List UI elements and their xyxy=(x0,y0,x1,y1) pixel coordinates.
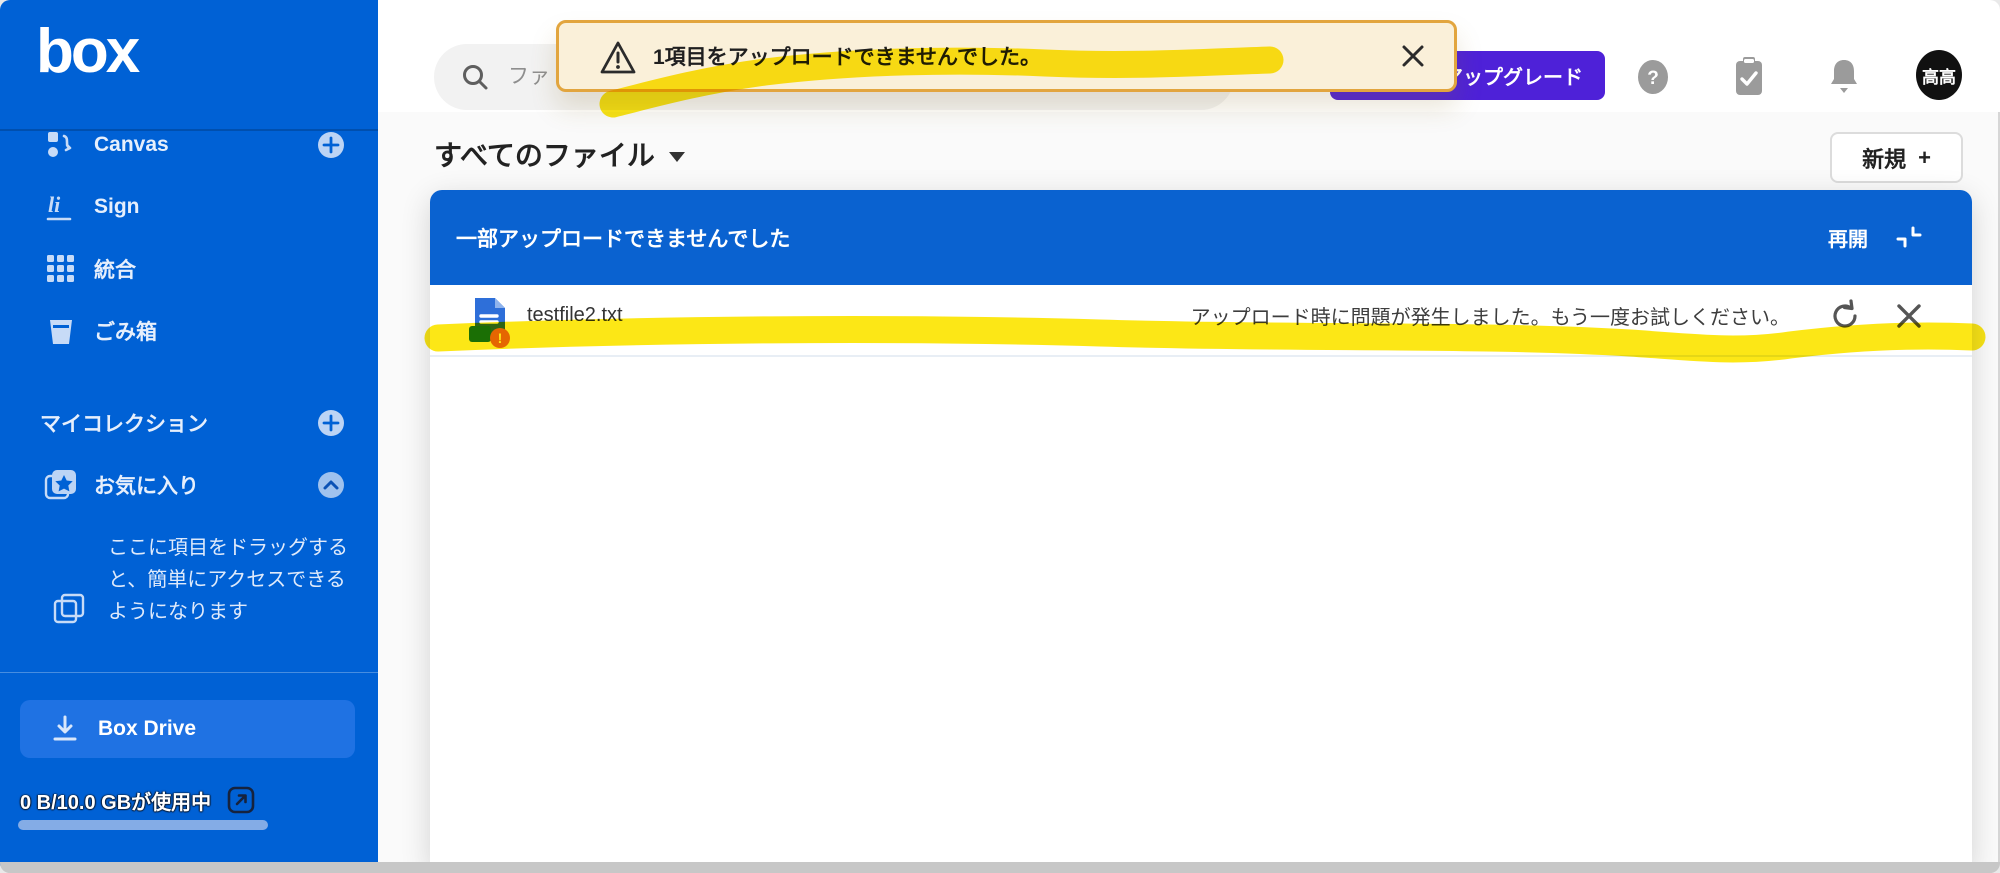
sidebar: box Canvas li Sign 統合 ごみ箱 マイコレクション お気に入り… xyxy=(0,0,378,866)
page-title: すべてのファイル xyxy=(434,140,655,171)
trash-icon xyxy=(44,314,78,348)
sidebar-item-label: ごみ箱 xyxy=(94,321,157,344)
box-logo: box xyxy=(36,17,140,86)
window-bottom-edge xyxy=(0,862,2000,873)
sidebar-item-label: 統合 xyxy=(94,259,136,282)
favorites-collapse-button[interactable] xyxy=(314,468,348,502)
retry-upload-icon[interactable] xyxy=(1828,299,1862,336)
favorites-star-icon xyxy=(44,468,78,502)
sidebar-item-integrations[interactable]: 統合 xyxy=(0,240,378,298)
new-button[interactable]: 新規 + xyxy=(1830,132,1963,183)
file-error-message: アップロード時に問題が発生しました。もう一度お試しください。 xyxy=(1190,306,1790,329)
help-icon[interactable]: ? xyxy=(1635,58,1671,96)
upload-widget: 一部アップロードできませんでした 再開 ! testfile2.txt アップロ… xyxy=(430,190,1972,866)
upload-error-toast: 1項目をアップロードできませんでした。 xyxy=(556,20,1457,92)
box-drive-button[interactable]: Box Drive xyxy=(20,700,355,758)
upload-file-row[interactable]: ! testfile2.txt アップロード時に問題が発生しました。もう一度お試… xyxy=(430,285,1972,357)
my-collections-label: マイコレクション xyxy=(40,413,208,436)
sidebar-divider xyxy=(0,672,378,673)
upload-widget-title: 一部アップロードできませんでした xyxy=(456,227,791,251)
storage-usage-text: 0 B/10.0 GBが使用中 xyxy=(20,791,212,814)
chevron-down-icon xyxy=(668,152,685,162)
text-file-icon: ! xyxy=(467,296,517,353)
sidebar-item-label: Sign xyxy=(94,195,140,218)
upload-widget-header: 一部アップロードできませんでした 再開 xyxy=(430,190,1972,285)
add-collection-button[interactable] xyxy=(314,406,348,440)
tasks-clipboard-icon[interactable] xyxy=(1731,57,1767,96)
canvas-add-button[interactable] xyxy=(314,128,348,162)
notifications-bell-icon[interactable] xyxy=(1826,58,1862,96)
sidebar-item-label: Canvas xyxy=(94,133,169,156)
canvas-icon xyxy=(44,128,78,162)
sidebar-item-label: お気に入り xyxy=(94,475,199,498)
sidebar-item-sign[interactable]: li Sign xyxy=(0,178,378,236)
sidebar-item-trash[interactable]: ごみ箱 xyxy=(0,302,378,360)
storage-usage: 0 B/10.0 GBが使用中 xyxy=(20,784,255,816)
collapse-widget-icon[interactable] xyxy=(1892,221,1926,255)
sidebar-item-canvas[interactable]: Canvas xyxy=(0,116,378,174)
grid-icon xyxy=(44,252,78,286)
storage-progress-bar xyxy=(18,820,268,830)
file-name: testfile2.txt xyxy=(527,303,623,326)
warning-icon xyxy=(599,40,637,81)
resume-button[interactable]: 再開 xyxy=(1828,190,1868,285)
plus-icon: + xyxy=(1918,144,1931,170)
sidebar-section-my-collections[interactable]: マイコレクション xyxy=(0,394,378,452)
external-link-icon[interactable] xyxy=(227,786,255,814)
drag-items-icon xyxy=(52,592,86,631)
remove-upload-icon[interactable] xyxy=(1894,301,1924,334)
toast-close-icon[interactable] xyxy=(1398,41,1428,74)
page-title-dropdown[interactable]: すべてのファイル xyxy=(434,134,685,174)
toast-message: 1項目をアップロードできませんでした。 xyxy=(653,46,1041,69)
svg-text:li: li xyxy=(48,192,61,217)
sign-icon: li xyxy=(44,190,78,224)
avatar[interactable]: 高高 xyxy=(1916,50,1962,100)
svg-text:!: ! xyxy=(498,330,503,346)
box-drive-label: Box Drive xyxy=(98,717,197,740)
search-icon xyxy=(463,65,488,90)
box-app-window: box Canvas li Sign 統合 ごみ箱 マイコレクション お気に入り… xyxy=(0,0,2000,873)
sidebar-item-favorites[interactable]: お気に入り xyxy=(0,456,378,514)
download-icon xyxy=(48,712,82,746)
favorites-drag-hint: ここに項目をドラッグすると、簡単にアクセスできるようになります xyxy=(108,537,348,623)
svg-text:?: ? xyxy=(1647,68,1659,89)
new-button-label: 新規 xyxy=(1862,146,1907,172)
